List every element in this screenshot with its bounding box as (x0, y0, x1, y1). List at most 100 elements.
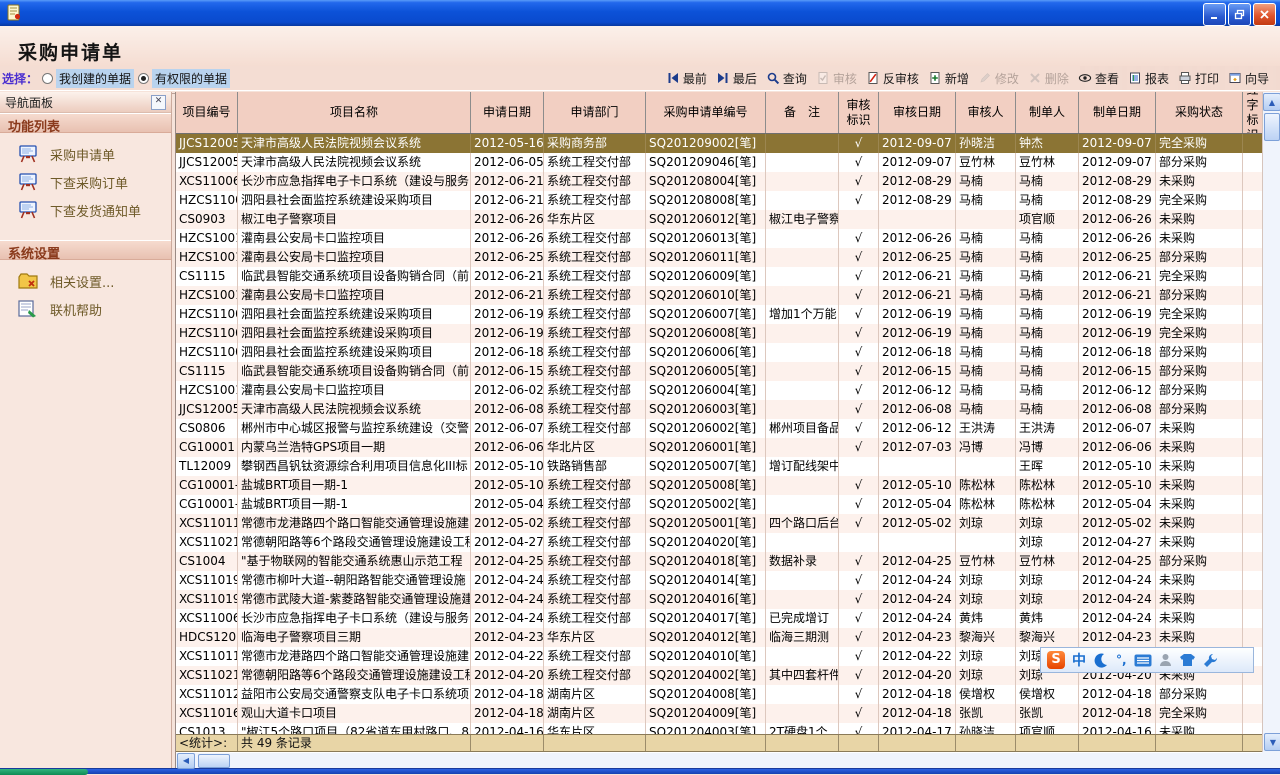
table-row[interactable]: HZCS10012灌南县公安局卡口监控项目2012-06-25系统工程交付部SQ… (176, 248, 1263, 267)
punctuation-toggle[interactable]: °, (1116, 653, 1127, 667)
sidebar-item-online-help[interactable]: 联机帮助 (0, 295, 171, 323)
radio-permitted-documents[interactable]: 有权限的单据 (138, 69, 230, 88)
table-row[interactable]: CS1115临武县智能交通系统项目设备购销合同（前2012-06-21系统工程交… (176, 267, 1263, 286)
toolbar-button-view[interactable]: 查看 (1075, 69, 1122, 88)
column-header[interactable]: 制单人 (1016, 92, 1079, 133)
toolbar: 最前最后查询审核反审核新增修改删除查看报表打印向导 (663, 69, 1280, 88)
table-row[interactable]: HDCS12029临海电子警察项目三期2012-04-23华东片区SQ20120… (176, 628, 1263, 647)
table-row[interactable]: CG10001-1盐城BRT项目一期-12012-05-10系统工程交付部SQ2… (176, 476, 1263, 495)
panel-close-icon[interactable]: ✕ (151, 95, 166, 110)
toolbar-button-wizard[interactable]: 向导 (1225, 69, 1272, 88)
column-header[interactable]: 项目编号 (176, 92, 238, 133)
sidebar-item-related-settings[interactable]: 相关设置... (0, 267, 171, 295)
table-row[interactable]: XCS11006长沙市应急指挥电子卡口系统（建设与服务2012-04-24系统工… (176, 609, 1263, 628)
table-row[interactable]: XCS11006长沙市应急指挥电子卡口系统（建设与服务2012-06-21系统工… (176, 172, 1263, 191)
table-row[interactable]: XCS11012益阳市公安局交通警察支队电子卡口系统项2012-04-18湖南片… (176, 685, 1263, 704)
column-header[interactable]: 采购状态 (1156, 92, 1243, 133)
summary-row: <统计>:共 49 条记录 (176, 734, 1263, 752)
column-header[interactable]: 审核日期 (879, 92, 956, 133)
ime-mode-toggle[interactable]: 中 (1072, 650, 1086, 670)
toolbar-button-first[interactable]: 最前 (663, 69, 710, 88)
vertical-scroll-thumb[interactable] (1264, 113, 1280, 141)
table-cell: √ (839, 153, 879, 172)
column-header[interactable]: 项目名称 (238, 92, 471, 133)
scroll-up-icon[interactable]: ▲ (1263, 93, 1280, 111)
toolbar-button-search[interactable]: 查询 (763, 69, 810, 88)
table-row[interactable]: CS1115临武县智能交通系统项目设备购销合同（前2012-06-15系统工程交… (176, 362, 1263, 381)
table-row[interactable]: CS0903椒江电子警察项目2012-06-26华东片区SQ201206012[… (176, 210, 1263, 229)
table-row[interactable]: CG10001内蒙乌兰浩特GPS项目一期2012-06-06华北片区SQ2012… (176, 438, 1263, 457)
toolbar-button-unaudit[interactable]: 反审核 (863, 69, 922, 88)
table-row[interactable]: XCS11019-1常德市武陵大道-紫菱路智能交通管理设施建2012-04-24… (176, 590, 1263, 609)
table-row[interactable]: JJCS12005天津市高级人民法院视频会议系统2012-05-16采购商务部S… (176, 134, 1263, 153)
table-row[interactable]: CS1004"基于物联网的智能交通系统惠山示范工程（2012-04-25系统工程… (176, 552, 1263, 571)
horizontal-scrollbar[interactable]: ◀ (176, 752, 1263, 768)
scroll-down-icon[interactable]: ▼ (1264, 733, 1280, 751)
login-person-icon[interactable] (1159, 653, 1172, 667)
soft-keyboard-icon[interactable] (1134, 654, 1152, 667)
column-header[interactable]: 申请部门 (544, 92, 646, 133)
table-cell: 2012-04-20 (879, 666, 956, 685)
ime-toolbar[interactable]: S 中 °, (1040, 647, 1254, 673)
table-cell: 2012-06-26 (879, 229, 956, 248)
table-row[interactable]: XCS11021常德朝阳路等6个路段交通管理设施建设工程2012-04-27系统… (176, 533, 1263, 552)
settings-wrench-icon[interactable] (1203, 653, 1218, 668)
table-row[interactable]: HZCS11005泗阳县社会面监控系统建设采购项目2012-06-19系统工程交… (176, 324, 1263, 343)
table-row[interactable]: TL12009攀钢西昌钒钛资源综合利用项目信息化III标2012-05-10铁路… (176, 457, 1263, 476)
table-row[interactable]: HZCS11005泗阳县社会面监控系统建设采购项目2012-06-21系统工程交… (176, 191, 1263, 210)
minimize-icon (1209, 9, 1220, 20)
close-button[interactable] (1253, 3, 1276, 26)
table-row[interactable]: JJCS12005天津市高级人民法院视频会议系统2012-06-08系统工程交付… (176, 400, 1263, 419)
restore-button[interactable] (1228, 3, 1251, 26)
table-cell: JJCS12005 (176, 134, 238, 153)
column-header[interactable]: 制单日期 (1079, 92, 1156, 133)
start-button[interactable] (0, 769, 88, 775)
scroll-left-icon[interactable]: ◀ (177, 753, 195, 769)
vertical-scrollbar[interactable]: ▲ ▼ (1262, 92, 1280, 752)
table-row[interactable]: JJCS12005天津市高级人民法院视频会议系统2012-06-05系统工程交付… (176, 153, 1263, 172)
table-cell: SQ201206007[笔] (646, 305, 766, 324)
table-cell: √ (839, 590, 879, 609)
table-row[interactable]: HZCS10012灌南县公安局卡口监控项目2012-06-02系统工程交付部SQ… (176, 381, 1263, 400)
toolbar-button-add[interactable]: 新增 (925, 69, 972, 88)
fullwidth-moon-icon[interactable] (1093, 652, 1109, 668)
window-titlebar[interactable] (0, 0, 1280, 26)
table-cell: 2012-06-15 (471, 362, 544, 381)
horizontal-scroll-thumb[interactable] (198, 754, 230, 768)
summary-cell (766, 735, 839, 751)
skin-shirt-icon[interactable] (1179, 653, 1196, 667)
toolbar-button-print[interactable]: 打印 (1175, 69, 1222, 88)
column-header[interactable]: 审核人 (956, 92, 1016, 133)
table-cell: 观山大道卡口项目 (238, 704, 471, 723)
table-row[interactable]: XCS11016观山大道卡口项目2012-04-18湖南片区SQ20120400… (176, 704, 1263, 723)
table-row[interactable]: CS1013"椒江5个路口项目（82省道东甲村路口、822012-04-16华东… (176, 723, 1263, 734)
table-row[interactable]: XCS11019-2常德市柳叶大道--朝阳路智能交通管理设施2012-04-24… (176, 571, 1263, 590)
taskbar[interactable] (0, 768, 1280, 774)
table-row[interactable]: HZCS11005泗阳县社会面监控系统建设采购项目2012-06-19系统工程交… (176, 305, 1263, 324)
sidebar-item-purchase-request[interactable]: 采购申请单 (0, 140, 171, 168)
table-row[interactable]: XCS11011常德市龙港路四个路口智能交通管理设施建2012-05-02系统工… (176, 514, 1263, 533)
column-header[interactable]: 备 注 (766, 92, 839, 133)
minimize-button[interactable] (1203, 3, 1226, 26)
table-row[interactable]: HZCS10012灌南县公安局卡口监控项目2012-06-21系统工程交付部SQ… (176, 286, 1263, 305)
table-row[interactable]: CS0806郴州市中心城区报警与监控系统建设（交警2012-06-07系统工程交… (176, 419, 1263, 438)
column-header[interactable]: 红字标识 (1243, 92, 1263, 133)
sidebar-item-purchase-order-drilldown[interactable]: 下查采购订单 (0, 168, 171, 196)
table-cell: 钟杰 (1016, 134, 1079, 153)
table-cell: 2012-05-02 (1079, 514, 1156, 533)
column-header[interactable]: 申请日期 (471, 92, 544, 133)
table-row[interactable]: HZCS10012灌南县公安局卡口监控项目2012-06-26系统工程交付部SQ… (176, 229, 1263, 248)
sogou-logo-icon[interactable]: S (1047, 651, 1065, 669)
sidebar-item-delivery-notice-drilldown[interactable]: 下查发货通知单 (0, 196, 171, 224)
column-header[interactable]: 审核标识 (839, 92, 879, 133)
radio-my-documents[interactable]: 我创建的单据 (42, 69, 134, 88)
table-cell (1243, 362, 1263, 381)
table-cell: 临海三期测 (766, 628, 839, 647)
table-row[interactable]: HZCS11005泗阳县社会面监控系统建设采购项目2012-06-18系统工程交… (176, 343, 1263, 362)
table-cell: 完全采购 (1156, 324, 1243, 343)
toolbar-button-report[interactable]: 报表 (1125, 69, 1172, 88)
table-row[interactable]: CG10001-1盐城BRT项目一期-12012-05-04系统工程交付部SQ2… (176, 495, 1263, 514)
toolbar-button-last[interactable]: 最后 (713, 69, 760, 88)
column-header[interactable]: 采购申请单编号 (646, 92, 766, 133)
table-cell (956, 457, 1016, 476)
